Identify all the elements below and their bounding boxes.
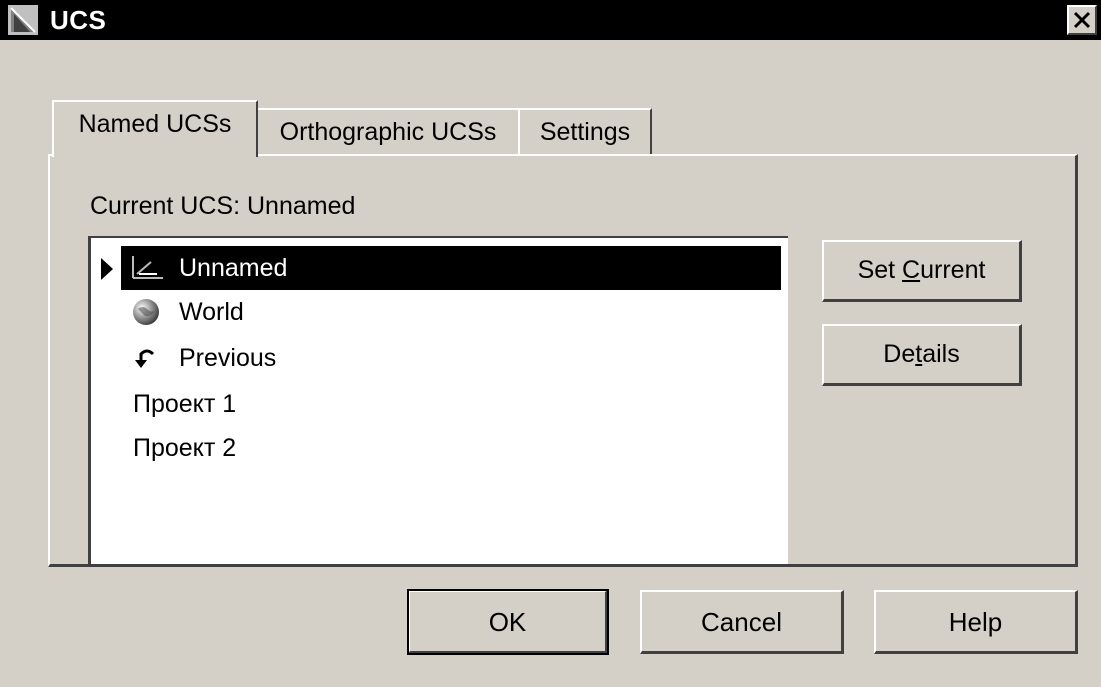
ok-button[interactable]: OK [407,589,609,655]
tab-settings[interactable]: Settings [518,108,652,156]
help-button[interactable]: Help [874,590,1078,654]
named-ucss-panel: Current UCS: Unnamed Unnamed World Previ… [48,154,1078,567]
title-bar: UCS [0,0,1101,40]
list-item-label: Проект 1 [133,390,237,418]
ucs-dialog: UCS Named UCSs Orthographic UCSs Setting… [0,0,1101,687]
undo-arrow-icon [135,349,155,368]
ucs-list[interactable]: Unnamed World Previous Проект 1 Проект 2 [88,236,788,564]
list-item-label: Previous [179,344,277,372]
app-icon [8,5,38,35]
ucs-axis-icon [132,256,163,279]
details-label-post: ails [922,340,960,368]
tab-named-ucss[interactable]: Named UCSs [52,100,258,157]
close-icon [1073,11,1091,29]
set-current-label-post: urrent [920,256,986,284]
close-button[interactable] [1067,5,1097,35]
window-title: UCS [50,5,107,35]
details-button[interactable]: Details [822,324,1022,386]
tab-orthographic-ucss[interactable]: Orthographic UCSs [256,108,520,156]
list-item-label: Unnamed [179,254,288,282]
globe-icon [133,299,159,325]
current-ucs-label: Current UCS: Unnamed [90,192,356,220]
list-item-previous[interactable]: Previous [91,336,751,380]
current-marker-icon [101,258,113,280]
details-label-pre: De [883,340,916,368]
list-item-unnamed[interactable]: Unnamed [91,246,781,290]
list-item-label: World [179,298,244,326]
list-item-label: Проект 2 [133,434,237,462]
set-current-button[interactable]: Set Current [822,240,1022,302]
set-current-label-pre: Set [857,256,903,284]
list-item-world[interactable]: World [91,290,751,334]
list-item-project-2[interactable]: Проект 2 [91,426,751,470]
list-item-project-1[interactable]: Проект 1 [91,382,751,426]
set-current-hotkey: C [902,256,921,284]
cancel-button[interactable]: Cancel [640,590,844,654]
